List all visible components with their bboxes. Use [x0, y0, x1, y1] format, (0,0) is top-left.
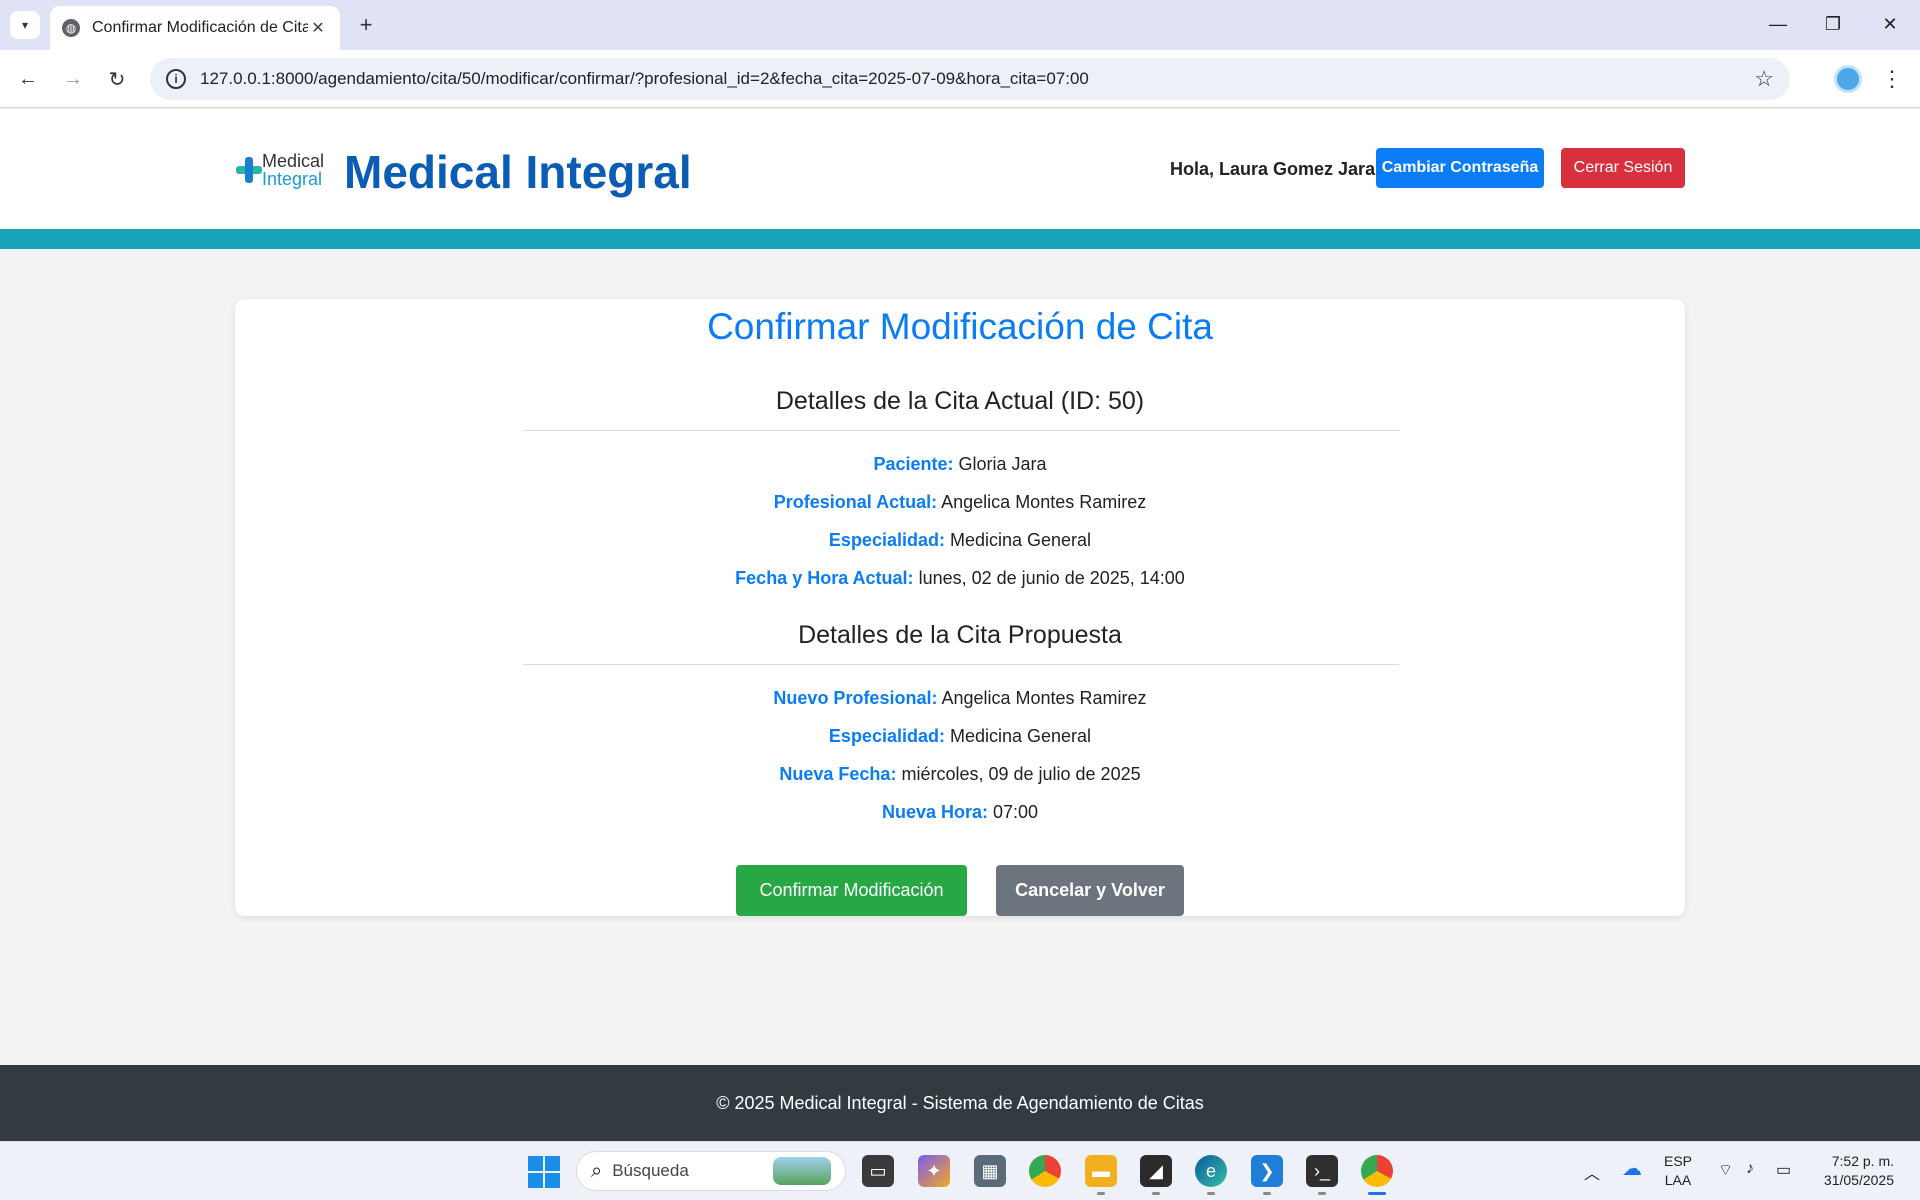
globe-icon: ◍ — [62, 19, 80, 37]
cancel-and-return-button[interactable]: Cancelar y Volver — [996, 865, 1184, 916]
detail-label: Fecha y Hora Actual: — [735, 568, 914, 588]
detail-value: Angelica Montes Ramirez — [941, 492, 1147, 512]
detail-value: miércoles, 09 de julio de 2025 — [901, 764, 1141, 784]
browser-toolbar: ← → ↻ i 127.0.0.1:8000/agendamiento/cita… — [0, 50, 1920, 108]
running-indicator — [1097, 1192, 1105, 1195]
active-indicator — [1368, 1192, 1386, 1195]
running-indicator — [1318, 1192, 1326, 1195]
running-indicator — [1263, 1192, 1271, 1195]
medical-cross-icon — [236, 157, 262, 183]
detail-label: Especialidad: — [828, 726, 945, 746]
detail-row-current-professional: Profesional Actual: Angelica Montes Rami… — [0, 492, 1920, 513]
change-password-button[interactable]: Cambiar Contraseña — [1376, 148, 1544, 188]
divider — [523, 664, 1399, 665]
site-brand-title[interactable]: Medical Integral — [344, 145, 692, 199]
site-footer: © 2025 Medical Integral - Sistema de Age… — [0, 1065, 1920, 1141]
detail-label: Paciente: — [873, 454, 954, 474]
header-accent-bar — [0, 229, 1920, 249]
user-greeting: Hola, Laura Gomez Jara — [1170, 159, 1376, 179]
detail-row-new-date: Nueva Fecha: miércoles, 09 de julio de 2… — [0, 764, 1920, 785]
windows-start-icon[interactable] — [528, 1156, 560, 1188]
back-arrow-icon[interactable]: ← — [13, 64, 43, 94]
edge-icon[interactable]: e — [1195, 1155, 1227, 1187]
detail-row-specialty: Especialidad: Medicina General — [0, 530, 1920, 551]
system-clock[interactable]: 7:52 p. m. 31/05/2025 — [1810, 1152, 1894, 1190]
file-explorer-icon[interactable]: ▬ — [1085, 1155, 1117, 1187]
close-tab-icon[interactable]: ✕ — [308, 18, 328, 38]
detail-value: 07:00 — [993, 802, 1039, 822]
detail-row-new-professional: Nuevo Profesional: Angelica Montes Ramir… — [0, 688, 1920, 709]
active-tab[interactable]: ◍ Confirmar Modificación de Cita ✕ — [50, 6, 340, 50]
search-placeholder: Búsqueda — [612, 1161, 689, 1180]
language-indicator[interactable]: ESP LAA — [1664, 1152, 1692, 1190]
close-window-icon[interactable]: ✕ — [1870, 8, 1910, 40]
volume-icon[interactable]: ♪ — [1746, 1160, 1754, 1178]
footer-text: © 2025 Medical Integral - Sistema de Age… — [716, 1092, 1204, 1113]
vscode-icon[interactable]: ❯ — [1251, 1155, 1283, 1187]
address-bar[interactable]: i 127.0.0.1:8000/agendamiento/cita/50/mo… — [150, 58, 1790, 100]
reload-icon[interactable]: ↻ — [102, 64, 132, 94]
detail-row-new-specialty: Especialidad: Medicina General — [0, 726, 1920, 747]
keyboard-layout: LAA — [1664, 1172, 1692, 1188]
logo-text-integral: Integral — [262, 169, 323, 189]
tab-search-chevron-icon[interactable]: ▾ — [10, 11, 40, 39]
profile-avatar-icon[interactable] — [1834, 65, 1862, 93]
running-indicator — [1152, 1192, 1160, 1195]
taskbar-search[interactable]: ⌕ Búsqueda — [576, 1151, 846, 1191]
current-appointment-heading: Detalles de la Cita Actual (ID: 50) — [775, 387, 1145, 415]
search-icon: ⌕ — [591, 1159, 603, 1182]
search-highlight-image — [773, 1157, 831, 1185]
detail-row-patient: Paciente: Gloria Jara — [0, 454, 1920, 475]
detail-label: Especialidad: — [828, 530, 945, 550]
site-info-icon[interactable]: i — [166, 69, 186, 89]
divider — [523, 430, 1399, 431]
detail-value: Medicina General — [949, 726, 1092, 746]
detail-value: lunes, 02 de junio de 2025, 14:00 — [918, 568, 1185, 588]
kebab-menu-icon[interactable]: ⋮ — [1880, 64, 1904, 94]
page-title: Confirmar Modificación de Cita — [707, 306, 1213, 347]
medical-integral-logo[interactable]: Medical Integral — [236, 151, 328, 191]
wifi-icon[interactable]: ⌔ — [1718, 1160, 1733, 1180]
detail-label: Nuevo Profesional: — [773, 688, 938, 708]
detail-row-current-datetime: Fecha y Hora Actual: lunes, 02 de junio … — [0, 568, 1920, 589]
minimize-icon[interactable]: — — [1758, 8, 1798, 40]
task-view-icon[interactable]: ▭ — [862, 1155, 894, 1187]
restore-icon[interactable]: ❐ — [1813, 8, 1853, 40]
detail-row-new-time: Nueva Hora: 07:00 — [0, 802, 1920, 823]
tray-chevron-up-icon[interactable]: ︿ — [1584, 1160, 1600, 1184]
clock-date: 31/05/2025 — [1823, 1172, 1894, 1188]
lang-code: ESP — [1664, 1153, 1693, 1169]
sticky-notes-icon[interactable]: ◢ — [1140, 1155, 1172, 1187]
chrome-active-icon[interactable] — [1361, 1155, 1393, 1187]
browser-tab-bar: ▾ ◍ Confirmar Modificación de Cita ✕ + —… — [0, 0, 1920, 50]
windows-taskbar: ⌕ Búsqueda ▭ ✦ ▦ ▬ ◢ e ❯ ›_ ︿ ☁ ESP LAA … — [0, 1141, 1920, 1200]
url-text[interactable]: 127.0.0.1:8000/agendamiento/cita/50/modi… — [200, 69, 1754, 89]
confirm-modification-button[interactable]: Confirmar Modificación — [736, 865, 967, 916]
proposed-appointment-heading: Detalles de la Cita Propuesta — [798, 621, 1122, 649]
running-indicator — [1207, 1192, 1215, 1195]
logout-button[interactable]: Cerrar Sesión — [1561, 148, 1685, 188]
terminal-icon[interactable]: ›_ — [1306, 1155, 1338, 1187]
site-header: Medical Integral Medical Integral Hola, … — [0, 109, 1920, 229]
detail-value: Medicina General — [949, 530, 1092, 550]
bookmark-star-icon[interactable]: ☆ — [1754, 66, 1774, 92]
detail-value: Angelica Montes Ramirez — [941, 688, 1147, 708]
detail-label: Profesional Actual: — [773, 492, 938, 512]
copilot-icon[interactable]: ✦ — [918, 1155, 950, 1187]
battery-icon[interactable]: ▭ — [1776, 1160, 1791, 1180]
chrome-icon[interactable] — [1029, 1155, 1061, 1187]
calculator-icon[interactable]: ▦ — [974, 1155, 1006, 1187]
tab-title: Confirmar Modificación de Cita — [92, 19, 308, 36]
detail-label: Nueva Hora: — [881, 802, 988, 822]
new-tab-plus-icon[interactable]: + — [352, 11, 380, 39]
detail-label: Nueva Fecha: — [779, 764, 897, 784]
forward-arrow-icon[interactable]: → — [58, 64, 88, 94]
onedrive-cloud-icon[interactable]: ☁ — [1622, 1156, 1642, 1181]
detail-value: Gloria Jara — [958, 454, 1047, 474]
clock-time: 7:52 p. m. — [1831, 1153, 1894, 1169]
